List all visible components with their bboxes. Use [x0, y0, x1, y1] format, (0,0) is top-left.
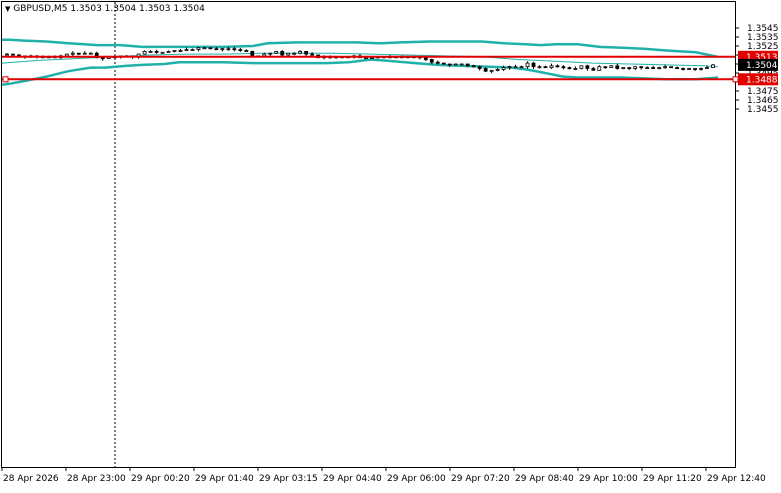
candle [459, 63, 464, 66]
x-tick-label: 29 Apr 07:20 [451, 474, 510, 484]
x-tick-label: 29 Apr 01:40 [195, 474, 254, 484]
level-handle[interactable] [2, 76, 9, 83]
candle [11, 53, 15, 56]
candle [208, 47, 213, 50]
x-tick-label: 29 Apr 12:40 [707, 474, 766, 484]
price-chart[interactable]: 1.35451.35351.35251.35151.35051.34951.34… [0, 0, 781, 489]
current-price-label: 1.3504 [746, 61, 778, 71]
level-price-label: 1.3488 [746, 75, 778, 85]
chart-window[interactable]: 1.35451.35351.35251.35151.35051.34951.34… [0, 0, 781, 489]
level-handle[interactable] [732, 76, 739, 83]
x-tick-label: 29 Apr 06:00 [387, 474, 446, 484]
x-tick-label: 29 Apr 11:20 [643, 474, 702, 484]
candle [669, 66, 674, 69]
candle [453, 63, 458, 66]
x-tick-label: 29 Apr 08:40 [515, 474, 574, 484]
chart-header: ▼ GBPUSD,M5 1.3503 1.3504 1.3503 1.3504 [5, 4, 205, 14]
ohlc-label: 1.3503 1.3504 1.3503 1.3504 [70, 4, 205, 14]
candle [441, 62, 446, 65]
candle [609, 65, 614, 69]
candle [160, 51, 165, 54]
candle [711, 63, 715, 69]
x-tick-label: 28 Apr 2026 [3, 474, 59, 484]
y-tick-label: 1.3455 [747, 105, 779, 115]
x-tick-label: 29 Apr 04:40 [323, 474, 382, 484]
symbol-triangle-icon: ▼ [5, 5, 11, 13]
candle [64, 53, 69, 57]
x-tick-label: 29 Apr 10:00 [579, 474, 638, 484]
symbol-label: GBPUSD,M5 [13, 4, 68, 14]
x-tick-label: 29 Apr 00:20 [131, 474, 190, 484]
candle [250, 50, 255, 57]
x-tick-label: 29 Apr 03:15 [259, 474, 318, 484]
x-tick-label: 28 Apr 23:00 [67, 474, 126, 484]
candle [579, 65, 584, 70]
